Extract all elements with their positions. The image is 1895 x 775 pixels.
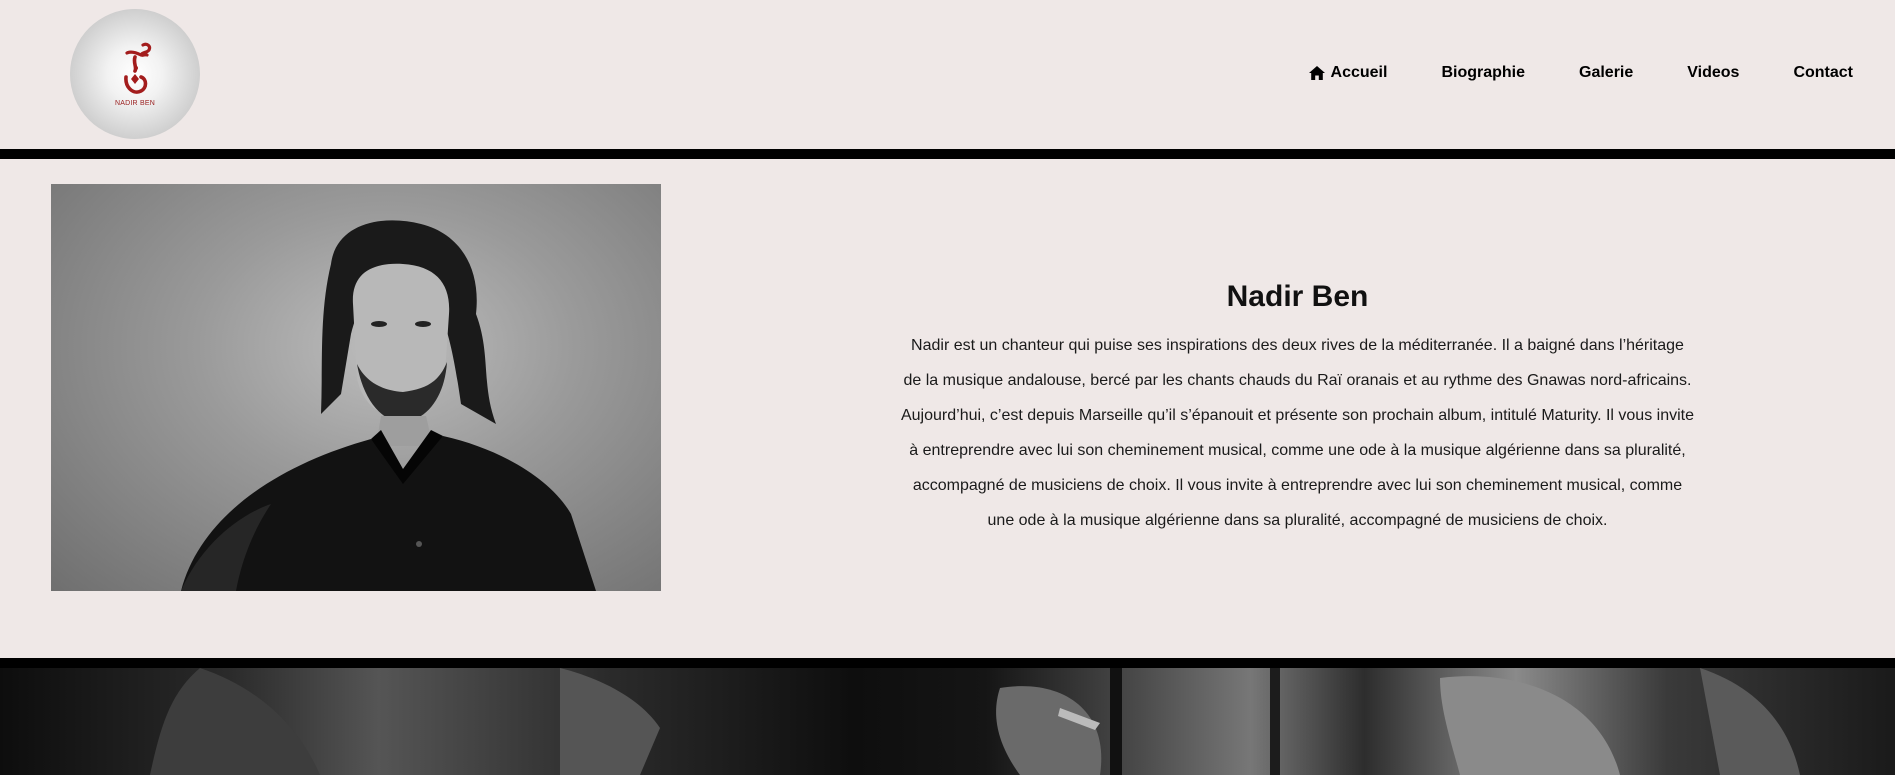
- gallery-banner: [0, 668, 1895, 775]
- nav-item-accueil[interactable]: Accueil: [1308, 64, 1388, 82]
- bio-section: Nadir Ben Nadir est un chanteur qui puis…: [880, 280, 1715, 538]
- bio-text: Nadir est un chanteur qui puise ses insp…: [900, 337, 1694, 529]
- site-logo[interactable]: NADIR BEN: [70, 9, 200, 139]
- site-header: NADIR BEN Accueil Biographie Galerie Vid…: [0, 0, 1895, 149]
- artist-portrait: [51, 184, 661, 591]
- nav-item-galerie[interactable]: Galerie: [1579, 64, 1633, 82]
- header-divider: [0, 149, 1895, 159]
- nav-item-contact[interactable]: Contact: [1793, 64, 1853, 82]
- logo-text: NADIR BEN: [115, 100, 155, 107]
- portrait-illustration: [181, 220, 596, 591]
- nav-label-biographie: Biographie: [1441, 64, 1525, 81]
- nav-item-videos[interactable]: Videos: [1687, 64, 1739, 82]
- calligraphy-logo-icon: [124, 42, 152, 94]
- home-icon: [1308, 66, 1325, 80]
- bio-title: Nadir Ben: [1226, 280, 1369, 313]
- main-nav: Accueil Biographie Galerie Videos Contac…: [1308, 60, 1853, 86]
- nav-label-galerie: Galerie: [1579, 64, 1634, 81]
- section-divider: [0, 658, 1895, 668]
- banner-photo-shapes: [150, 668, 1800, 775]
- nav-label-videos: Videos: [1687, 64, 1740, 81]
- nav-item-biographie[interactable]: Biographie: [1441, 64, 1525, 82]
- nav-label-contact: Contact: [1793, 64, 1853, 81]
- nav-label-accueil: Accueil: [1330, 64, 1388, 81]
